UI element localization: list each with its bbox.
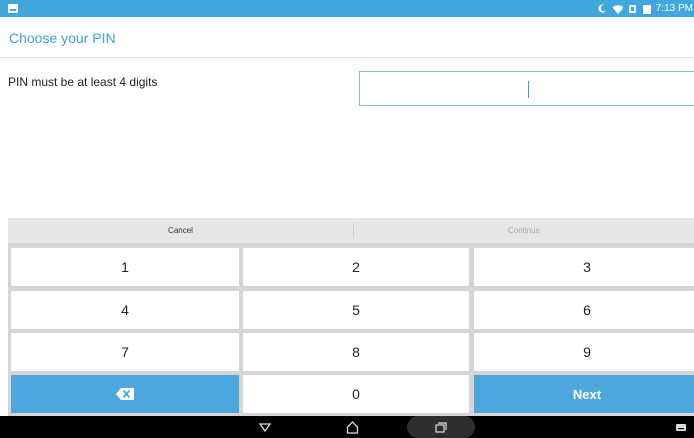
navigation-bar xyxy=(0,416,694,438)
recents-icon-holder xyxy=(427,416,455,438)
page-title: Choose your PIN xyxy=(9,30,116,46)
keyboard-icon xyxy=(676,423,686,431)
home-button[interactable] xyxy=(337,416,367,438)
key-3[interactable]: 3 xyxy=(474,248,694,286)
home-icon xyxy=(346,420,358,434)
key-1[interactable]: 1 xyxy=(11,248,239,286)
delete-key[interactable] xyxy=(11,375,239,413)
status-icons: 7:13 PM xyxy=(598,1,694,16)
key-7[interactable]: 7 xyxy=(11,333,239,371)
continue-button[interactable]: Continue xyxy=(354,218,694,243)
pin-requirement-label: PIN must be at least 4 digits xyxy=(8,75,158,89)
numeric-keypad: 1 2 3 4 5 6 7 8 9 0 Next xyxy=(8,243,694,416)
keyboard-button[interactable] xyxy=(672,416,690,438)
wifi-icon xyxy=(612,4,624,14)
cancel-button[interactable]: Cancel xyxy=(8,218,353,243)
back-button[interactable] xyxy=(250,416,280,438)
back-icon xyxy=(259,422,271,432)
action-bar: Cancel Continue xyxy=(8,218,694,243)
key-9[interactable]: 9 xyxy=(474,333,694,371)
next-key[interactable]: Next xyxy=(474,375,694,413)
status-bar: 7:13 PM xyxy=(0,0,694,17)
key-6[interactable]: 6 xyxy=(474,291,694,329)
signal-icon xyxy=(628,4,636,13)
key-5[interactable]: 5 xyxy=(243,291,469,329)
key-8[interactable]: 8 xyxy=(243,333,469,371)
notification-icon xyxy=(8,4,18,13)
key-4[interactable]: 4 xyxy=(11,291,239,329)
moon-icon xyxy=(598,4,606,13)
battery-icon xyxy=(642,4,651,14)
recents-icon xyxy=(435,421,447,433)
key-2[interactable]: 2 xyxy=(243,248,469,286)
title-bar: Choose your PIN xyxy=(0,17,694,58)
backspace-icon xyxy=(116,388,134,400)
status-time: 7:13 PM xyxy=(655,3,693,14)
key-0[interactable]: 0 xyxy=(243,375,469,413)
text-caret xyxy=(528,81,529,98)
pin-input[interactable] xyxy=(359,71,694,106)
